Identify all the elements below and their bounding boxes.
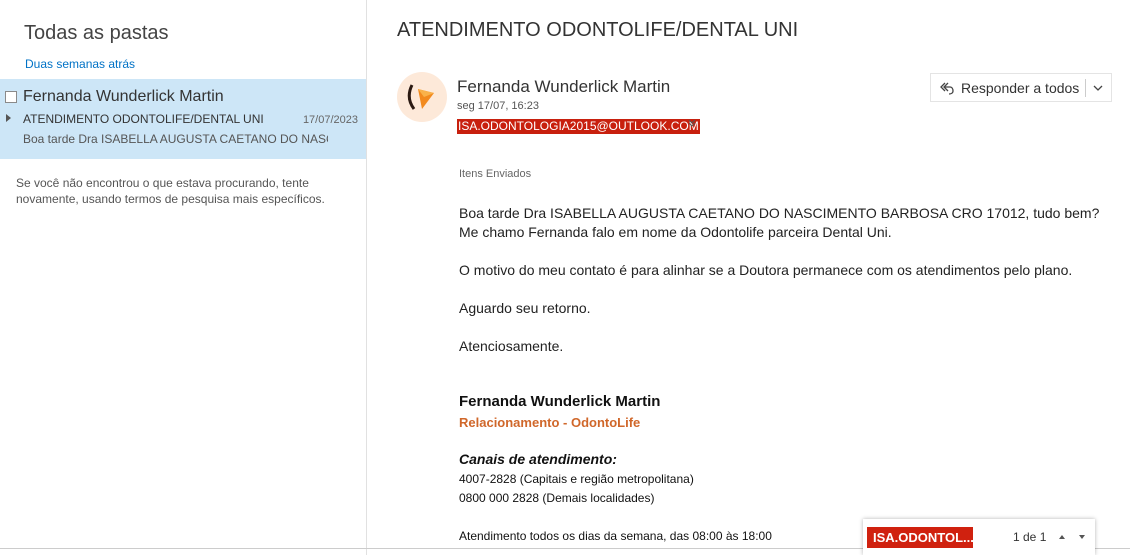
- signature-phone: 0800 000 2828 (Demais localidades): [459, 491, 655, 505]
- body-line: O motivo do meu contato é para alinhar s…: [459, 262, 1073, 278]
- list-item-preview: Boa tarde Dra ISABELLA AUGUSTA CAETANO D…: [23, 132, 328, 146]
- signature-phone: 4007-2828 (Capitais e região metropolita…: [459, 472, 694, 486]
- chevron-down-icon[interactable]: [1092, 82, 1104, 94]
- next-match-button[interactable]: [1073, 528, 1091, 546]
- reply-all-icon: [940, 82, 954, 95]
- list-item-sender: Fernanda Wunderlick Martin: [23, 88, 224, 105]
- previous-match-button[interactable]: [1053, 528, 1071, 546]
- expand-recipients-icon[interactable]: [687, 118, 697, 131]
- list-item-date: 17/07/2023: [302, 114, 358, 126]
- message-subject: ATENDIMENTO ODONTOLIFE/DENTAL UNI: [397, 19, 799, 41]
- body-line: Aguardo seu retorno.: [459, 300, 591, 316]
- match-count: 1 de 1: [1013, 530, 1047, 544]
- select-checkbox[interactable]: [5, 91, 17, 103]
- list-item[interactable]: Fernanda Wunderlick Martin ATENDIMENTO O…: [0, 79, 366, 159]
- reply-all-label: Responder a todos: [961, 79, 1080, 96]
- reply-separator: [1085, 79, 1086, 97]
- search-highlight-navigator: ISA.ODONTOL... 1 de 1: [863, 519, 1095, 555]
- list-item-subject: ATENDIMENTO ODONTOLIFE/DENTAL UNI: [23, 112, 264, 126]
- body-line: Me chamo Fernanda falo em nome da Odonto…: [459, 224, 892, 240]
- message-list-pane: Todas as pastas Duas semanas atrás Ferna…: [0, 0, 367, 555]
- expand-thread-icon[interactable]: [6, 114, 11, 122]
- highlight-tag[interactable]: ISA.ODONTOL...: [867, 527, 973, 548]
- chevron-up-icon: [1059, 535, 1065, 539]
- chevron-down-icon: [1079, 535, 1085, 539]
- search-hint: Se você não encontrou o que estava procu…: [16, 176, 325, 206]
- signature-role: Relacionamento - OdontoLife: [459, 415, 641, 430]
- body-line: Boa tarde Dra ISABELLA AUGUSTA CAETANO D…: [459, 205, 1100, 221]
- signature-name: Fernanda Wunderlick Martin: [459, 393, 661, 410]
- message-folder: Itens Enviados: [459, 168, 532, 180]
- signature-channels-title: Canais de atendimento:: [459, 451, 617, 467]
- reading-pane: ATENDIMENTO ODONTOLIFE/DENTAL UNI Fernan…: [367, 0, 1130, 555]
- message-sender[interactable]: Fernanda Wunderlick Martin: [457, 77, 670, 97]
- body-line: Atenciosamente.: [459, 338, 564, 354]
- message-date: seg 17/07, 16:23: [457, 100, 539, 112]
- recipient-address[interactable]: ISA.ODONTOLOGIA2015@OUTLOOK.COM: [457, 119, 700, 134]
- signature-hours: Atendimento todos os dias da semana, das…: [459, 529, 772, 543]
- folder-title: Todas as pastas: [24, 22, 169, 44]
- reply-all-button[interactable]: Responder a todos: [930, 73, 1112, 102]
- avatar[interactable]: [397, 72, 447, 122]
- date-group-header[interactable]: Duas semanas atrás: [25, 57, 135, 71]
- odontolife-logo-icon: [407, 84, 434, 110]
